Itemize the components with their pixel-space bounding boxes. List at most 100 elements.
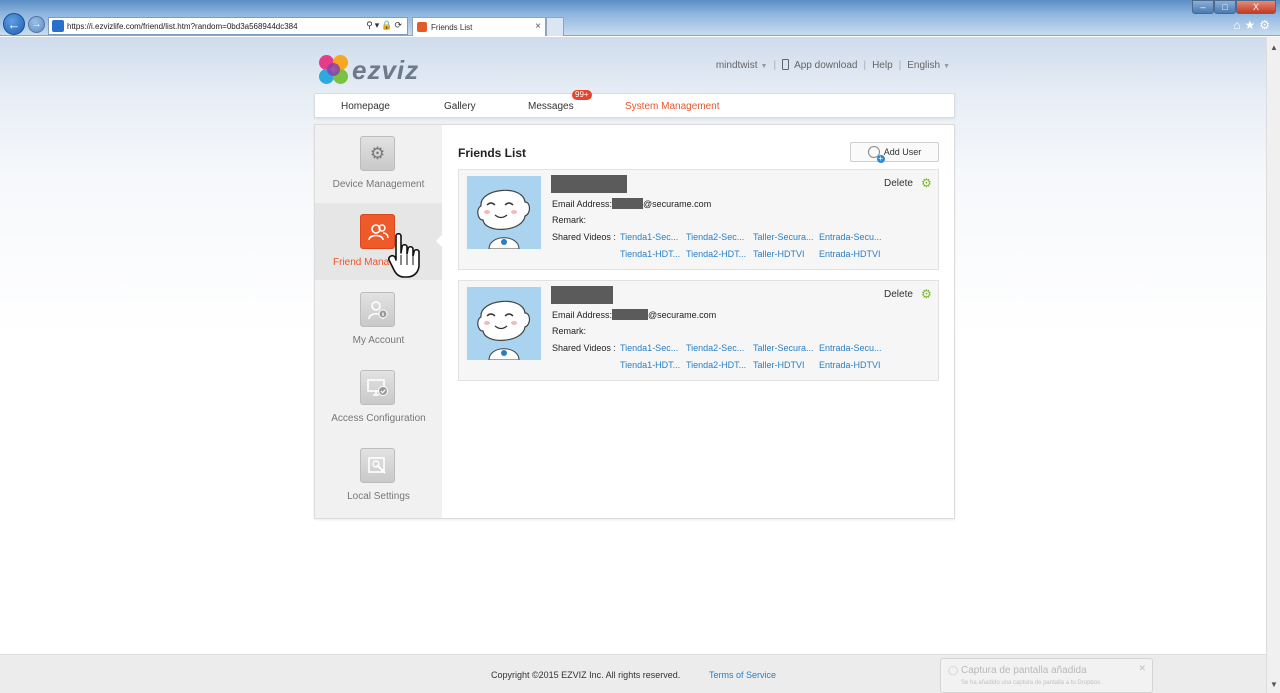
- delete-button[interactable]: Delete: [884, 178, 913, 189]
- menu-messages[interactable]: Messages: [528, 101, 574, 112]
- sidebar-item-label: My Account: [352, 335, 405, 346]
- address-bar-icons[interactable]: ⚲▾🔒⟳: [366, 20, 404, 31]
- shared-video-link[interactable]: Tienda2-Sec...: [686, 343, 744, 353]
- shared-video-link[interactable]: Taller-HDTVI: [753, 249, 805, 259]
- terms-of-service-link[interactable]: Terms of Service: [709, 670, 776, 680]
- gear-icon[interactable]: ⚙: [1259, 18, 1274, 32]
- tab-friends-list[interactable]: Friends List ×: [412, 17, 546, 36]
- email-domain: @securame.com: [648, 310, 717, 320]
- sidebar-item-my-account[interactable]: My Account: [315, 281, 442, 358]
- chevron-down-icon: ▼: [943, 62, 950, 70]
- account-icon: [360, 292, 395, 327]
- tab-close-icon[interactable]: ×: [535, 21, 541, 32]
- tab-favicon-icon: [417, 22, 427, 32]
- language-menu[interactable]: English ▼: [907, 60, 950, 71]
- shared-video-link[interactable]: Entrada-HDTVI: [819, 360, 881, 370]
- email-line: Email Address: @securame.com: [552, 198, 711, 209]
- help-link[interactable]: Help: [872, 60, 893, 71]
- minimize-button[interactable]: –: [1192, 0, 1214, 14]
- messages-badge: 99+: [572, 90, 592, 100]
- shared-video-link[interactable]: Tienda1-Sec...: [620, 232, 678, 242]
- main-panel: ⚙ Device Management Friend Mana My Accou…: [314, 124, 955, 519]
- redacted-name: [551, 175, 627, 193]
- avatar: [467, 176, 541, 249]
- vertical-scrollbar[interactable]: ▲ ▼: [1266, 37, 1280, 693]
- shared-video-link[interactable]: Taller-Secura...: [753, 343, 814, 353]
- delete-button[interactable]: Delete: [884, 289, 913, 300]
- gear-icon: ⚙: [360, 136, 395, 171]
- shared-video-link[interactable]: Entrada-Secu...: [819, 232, 882, 242]
- divider: |: [773, 59, 777, 71]
- page-title: Friends List: [458, 146, 527, 160]
- forward-button[interactable]: →: [28, 16, 45, 33]
- sidebar-item-label: Local Settings: [347, 491, 410, 502]
- chevron-down-icon: ▼: [760, 62, 768, 70]
- divider: |: [863, 59, 867, 71]
- site-favicon-icon: [52, 20, 64, 32]
- notification-title: Captura de pantalla añadida: [961, 665, 1087, 676]
- shared-video-link[interactable]: Tienda1-Sec...: [620, 343, 678, 353]
- menu-gallery[interactable]: Gallery: [444, 101, 476, 112]
- close-icon[interactable]: ✕: [1138, 663, 1146, 674]
- menu-system-management[interactable]: System Management: [625, 101, 720, 112]
- shared-video-link[interactable]: Tienda1-HDT...: [620, 360, 680, 370]
- app-download-link[interactable]: App download: [782, 59, 857, 71]
- menu-homepage[interactable]: Homepage: [341, 101, 390, 112]
- active-item-pointer: [436, 235, 442, 247]
- shared-video-link[interactable]: Tienda1-HDT...: [620, 249, 680, 259]
- scroll-down-icon[interactable]: ▼: [1270, 680, 1278, 689]
- notification-body: Se ha añadido una captura de pantalla a …: [961, 680, 1102, 686]
- sidebar-item-device-management[interactable]: ⚙ Device Management: [315, 125, 442, 202]
- dropbox-notification[interactable]: ◯ Captura de pantalla añadida Se ha añad…: [940, 658, 1153, 693]
- redacted-name: [551, 286, 613, 304]
- sidebar-item-label: Access Configuration: [331, 413, 426, 424]
- shared-video-link[interactable]: Entrada-HDTVI: [819, 249, 881, 259]
- user-menu[interactable]: mindtwist ▼: [716, 60, 768, 71]
- monitor-icon: [360, 370, 395, 405]
- sidebar-item-local-settings[interactable]: Local Settings: [315, 437, 442, 514]
- star-icon[interactable]: ★: [1244, 18, 1259, 32]
- shared-video-link[interactable]: Tienda2-Sec...: [686, 232, 744, 242]
- address-url[interactable]: https://i.ezvizlife.com/friend/list.htm?…: [67, 22, 357, 31]
- settings-gear-icon[interactable]: ⚙: [921, 287, 932, 301]
- shared-video-link[interactable]: Tienda2-HDT...: [686, 360, 746, 370]
- home-icon[interactable]: ⌂: [1233, 18, 1244, 32]
- maximize-button[interactable]: □: [1214, 0, 1236, 14]
- add-user-label: Add User: [883, 147, 922, 157]
- settings-gear-icon[interactable]: ⚙: [921, 176, 932, 190]
- address-bar[interactable]: https://i.ezvizlife.com/friend/list.htm?…: [48, 17, 408, 35]
- hand-cursor-icon: [388, 232, 428, 282]
- email-line: Email Address: @securame.com: [552, 309, 716, 320]
- shared-video-link[interactable]: Taller-HDTVI: [753, 360, 805, 370]
- phone-icon: [782, 59, 790, 70]
- sidebar-item-access-configuration[interactable]: Access Configuration: [315, 359, 442, 436]
- shared-video-link[interactable]: Entrada-Secu...: [819, 343, 882, 353]
- sidebar-item-label: Device Management: [332, 179, 425, 190]
- settings-icon: [360, 448, 395, 483]
- redacted-email: [612, 198, 644, 209]
- add-user-icon: [867, 146, 885, 163]
- friend-card: Email Address: @securame.com Remark: Shar…: [458, 169, 939, 270]
- add-user-button[interactable]: Add User: [850, 142, 939, 163]
- shared-video-link[interactable]: Taller-Secura...: [753, 232, 814, 242]
- logo-mark-icon: [318, 54, 350, 86]
- dropbox-icon: ◯: [948, 665, 959, 675]
- close-window-button[interactable]: X: [1236, 0, 1276, 14]
- shared-videos-label: Shared Videos :: [552, 232, 616, 242]
- browser-tool-icons: ⌂★⚙: [1233, 18, 1274, 32]
- friend-card: Email Address: @securame.com Remark: Shar…: [458, 280, 939, 381]
- browser-chrome: ← → https://i.ezvizlife.com/friend/list.…: [0, 0, 1280, 36]
- shared-video-link[interactable]: Tienda2-HDT...: [686, 249, 746, 259]
- window-controls: – □ X: [1192, 0, 1276, 14]
- copyright-text: Copyright ©2015 EZVIZ Inc. All rights re…: [491, 670, 681, 680]
- avatar: [467, 287, 541, 360]
- new-tab-button[interactable]: [546, 17, 564, 36]
- language-label: English: [907, 59, 941, 71]
- tab-title: Friends List: [431, 22, 473, 32]
- email-label: Email Address:: [552, 310, 613, 320]
- back-button[interactable]: ←: [3, 13, 25, 35]
- redacted-email: [612, 309, 649, 320]
- ezviz-logo[interactable]: ezviz: [318, 54, 419, 86]
- shared-videos-label: Shared Videos :: [552, 343, 616, 353]
- scroll-up-icon[interactable]: ▲: [1270, 43, 1278, 52]
